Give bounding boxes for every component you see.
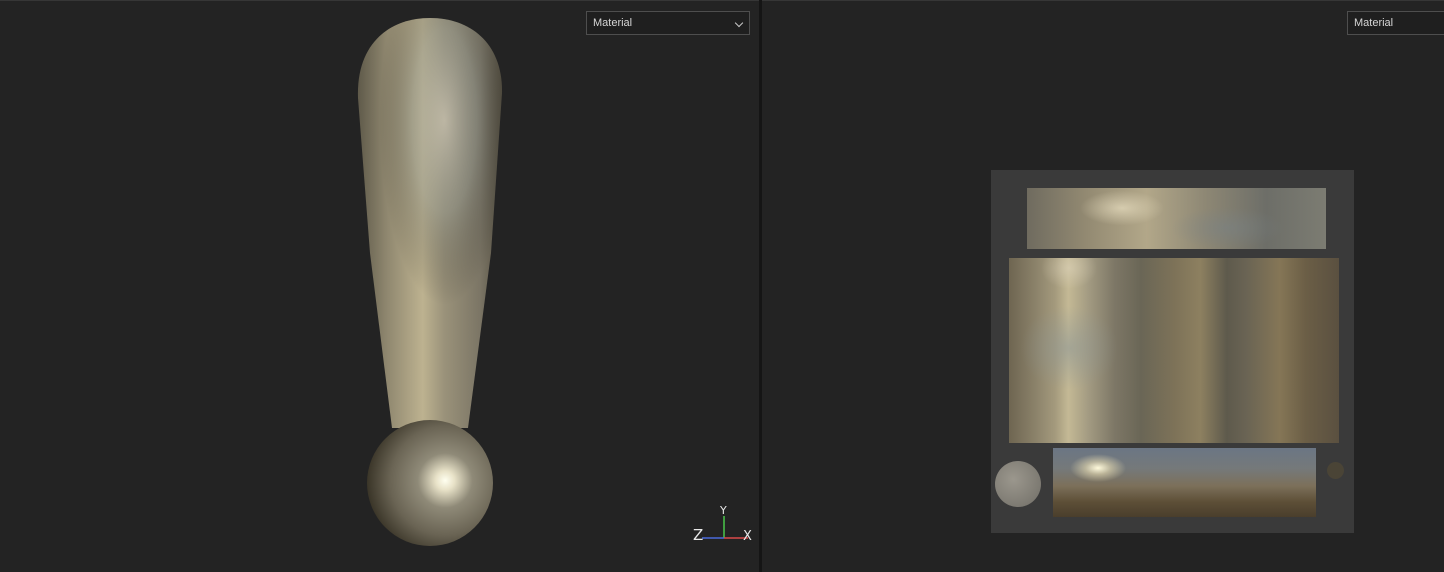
view-mode-dropdown-left[interactable]: Material (586, 11, 750, 35)
uv-island-body (1009, 258, 1339, 443)
viewport-uv[interactable]: Material (762, 1, 1444, 572)
uv-island-sphere (1053, 448, 1316, 517)
axis-y-label: Y (720, 504, 727, 517)
material-editor: Material Y Z X Material (0, 0, 1444, 572)
view-mode-dropdown-right[interactable]: Material (1347, 11, 1444, 35)
viewport-3d[interactable]: Material Y Z X (0, 1, 759, 572)
uv-island-top (1027, 188, 1326, 249)
uv-layout-panel (991, 170, 1354, 533)
chevron-down-icon (734, 18, 744, 28)
view-mode-value: Material (593, 17, 633, 29)
axis-z-label: Z (693, 526, 704, 544)
uv-island-circle (995, 461, 1041, 507)
view-mode-value: Material (1354, 17, 1394, 29)
axis-x-label: X (743, 529, 752, 544)
axis-gizmo: Y Z X (690, 504, 756, 548)
exclamation-mark-model[interactable] (350, 13, 510, 553)
uv-island-dot (1327, 462, 1344, 479)
